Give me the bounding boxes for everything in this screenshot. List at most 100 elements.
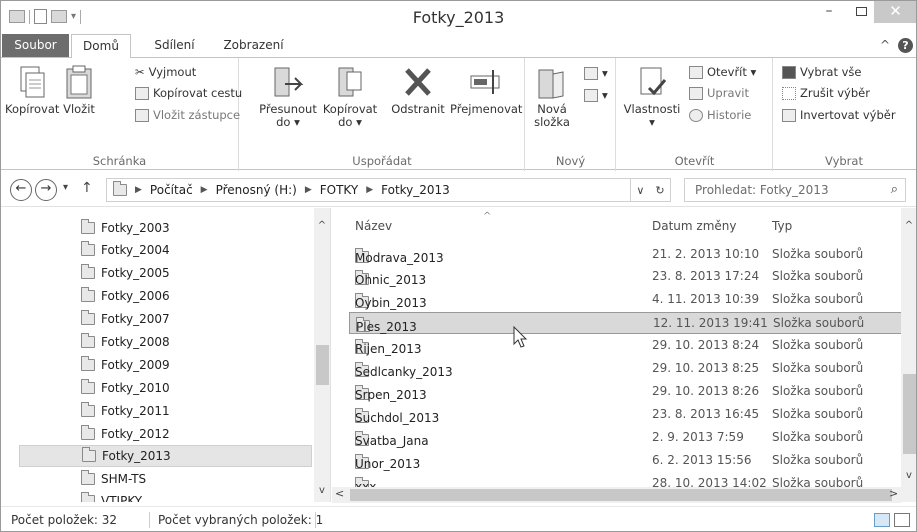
address-bar[interactable]: ▶ Počítač ▶ Přenosný (H:) ▶ FOTKY ▶ Fotk… — [106, 178, 631, 202]
scroll-right-arrow[interactable]: > — [889, 487, 898, 500]
scrollbar-thumb[interactable] — [350, 489, 892, 501]
rename-button[interactable]: Přejmenovat — [450, 64, 522, 116]
file-row[interactable]: Sedlcanky_2013 29. 10. 2013 8:25 Složka so… — [349, 358, 905, 380]
nav-item[interactable]: Fotky_2012 — [19, 423, 312, 445]
nav-item[interactable]: VTIPKY — [19, 490, 312, 502]
file-type: Složka souborů — [772, 338, 864, 352]
nav-item[interactable]: Fotky_2009 — [19, 354, 312, 376]
cut-button[interactable]: ✂ Vyjmout — [135, 65, 196, 79]
select-none-label: Zrušit výběr — [800, 86, 870, 100]
horizontal-scrollbar[interactable]: < > — [332, 487, 901, 503]
nav-item[interactable]: Fotky_2008 — [19, 331, 312, 353]
file-row[interactable]: Oybin_2013 4. 11. 2013 10:39 Složka soubor… — [349, 289, 905, 311]
paste-shortcut-button[interactable]: Vložit zástupce — [135, 108, 240, 122]
nav-item[interactable]: SHM-TS — [19, 468, 312, 490]
copy-to-button[interactable]: Kopírovat do ▾ — [320, 64, 380, 129]
scroll-left-arrow[interactable]: < — [335, 487, 344, 500]
breadcrumb-separator[interactable]: ▶ — [135, 185, 142, 195]
group-label: Vybrat — [825, 154, 863, 168]
file-row[interactable]: Srpen_2013 29. 10. 2013 8:26 Složka soubor… — [349, 381, 905, 403]
delete-button[interactable]: Odstranit — [387, 64, 449, 116]
breadcrumb-separator[interactable]: ▶ — [305, 185, 312, 195]
scroll-up-arrow[interactable]: ^ — [314, 220, 330, 231]
nav-item-selected[interactable]: Fotky_2013 — [19, 445, 312, 467]
maximize-button[interactable] — [846, 1, 876, 23]
column-header-date[interactable]: Datum změny — [652, 219, 737, 233]
properties-button[interactable]: Vlastnosti ▾ — [623, 64, 681, 129]
edit-label: Upravit — [707, 86, 750, 100]
search-icon[interactable]: ⌕ — [891, 179, 898, 201]
file-type: Složka souborů — [772, 453, 864, 467]
nav-item[interactable]: Fotky_2005 — [19, 262, 312, 284]
new-folder-button[interactable]: Nová složka — [532, 64, 572, 129]
large-icons-view-icon[interactable] — [894, 513, 910, 527]
file-row[interactable]: Svatba_Jana 2. 9. 2013 7:59 Složka souborů — [349, 427, 905, 449]
search-input[interactable]: Prohledat: Fotky_2013 ⌕ — [684, 178, 906, 202]
forward-button[interactable]: → — [35, 179, 57, 201]
select-all-button[interactable]: Vybrat vše — [782, 65, 861, 79]
breadcrumb-drive[interactable]: Přenosný (H:) — [216, 183, 297, 197]
address-history-button[interactable]: ∨ — [636, 184, 644, 197]
breadcrumb-computer[interactable]: Počítač — [150, 183, 193, 197]
tab-view[interactable]: Zobrazení — [221, 34, 286, 57]
nav-item[interactable]: Fotky_2011 — [19, 400, 312, 422]
edit-button[interactable]: Upravit — [689, 86, 749, 100]
file-list-scrollbar[interactable]: ^ v — [901, 208, 916, 502]
nav-item[interactable]: Fotky_2006 — [19, 285, 312, 307]
scrollbar-thumb[interactable] — [903, 374, 916, 454]
open-button[interactable]: Otevřít ▾ — [689, 65, 756, 79]
back-button[interactable]: ← — [10, 179, 32, 201]
up-button[interactable]: ↑ — [81, 180, 93, 196]
new-item-button[interactable]: ▾ — [584, 66, 608, 80]
nav-item[interactable]: Fotky_2003 — [19, 217, 312, 239]
nav-item[interactable]: Fotky_2007 — [19, 308, 312, 330]
ribbon: Kopírovat Vložit ✂ Vyjmout Kopírovat cest… — [1, 57, 916, 171]
history-button[interactable]: Historie — [689, 108, 751, 122]
file-row[interactable]: Rijen_2013 29. 10. 2013 8:24 Složka soubor… — [349, 335, 905, 357]
move-to-button[interactable]: Přesunout do ▾ — [258, 64, 318, 129]
breadcrumb-separator[interactable]: ▶ — [366, 185, 373, 195]
file-row[interactable]: Ohnic_2013 23. 8. 2013 17:24 Složka soubor… — [349, 266, 905, 288]
close-button[interactable]: ✕ — [874, 1, 916, 23]
column-header-type[interactable]: Typ — [772, 219, 792, 233]
nav-item[interactable]: Fotky_2004 — [19, 239, 312, 261]
nav-item[interactable]: Fotky_2010 — [19, 377, 312, 399]
group-clipboard: Kopírovat Vložit ✂ Vyjmout Kopírovat cest… — [1, 58, 242, 171]
details-view-icon[interactable] — [874, 513, 890, 527]
scrollbar-thumb[interactable] — [316, 345, 329, 385]
easy-access-button[interactable]: ▾ — [584, 88, 608, 102]
refresh-button[interactable]: ↻ — [655, 184, 664, 197]
tab-file[interactable]: Soubor — [2, 34, 69, 57]
paste-button[interactable]: Vložit — [61, 64, 97, 116]
column-header-name[interactable]: Název — [355, 219, 392, 233]
recent-locations-button[interactable]: ▾ — [63, 182, 68, 193]
select-none-icon — [782, 86, 796, 100]
breadcrumb-current[interactable]: Fotky_2013 — [381, 183, 450, 197]
scroll-down-arrow[interactable]: v — [314, 485, 330, 496]
help-icon[interactable]: ? — [898, 38, 913, 53]
breadcrumb-fotky[interactable]: FOTKY — [320, 183, 358, 197]
copy-path-button[interactable]: Kopírovat cestu — [135, 86, 242, 100]
tab-home[interactable]: Domů — [71, 34, 131, 58]
file-date: 6. 2. 2013 15:56 — [652, 453, 752, 467]
folder-icon — [81, 379, 95, 394]
file-row[interactable]: Modrava_2013 21. 2. 2013 10:10 Složka soub… — [349, 244, 905, 266]
select-none-button[interactable]: Zrušit výběr — [782, 86, 870, 100]
invert-selection-button[interactable]: Invertovat výběr — [782, 108, 896, 122]
minimize-button[interactable]: – — [814, 1, 844, 23]
tab-share[interactable]: Sdílení — [147, 34, 202, 57]
file-date: 29. 10. 2013 8:24 — [652, 338, 760, 352]
file-name: Ples_2013 — [356, 320, 417, 334]
paste-shortcut-label: Vložit zástupce — [153, 108, 241, 122]
scroll-up-arrow[interactable]: ^ — [901, 220, 916, 231]
collapse-ribbon-icon[interactable]: ^ — [880, 38, 890, 52]
nav-item-label: Fotky_2012 — [101, 427, 170, 441]
breadcrumb-separator[interactable]: ▶ — [201, 185, 208, 195]
copy-button[interactable]: Kopírovat — [5, 64, 59, 116]
group-new: Nová složka ▾ ▾ Nový — [526, 58, 616, 171]
file-row-selected[interactable]: Ples_2013 12. 11. 2013 19:41 Složka soubor… — [349, 312, 905, 334]
scroll-down-arrow[interactable]: v — [901, 470, 916, 481]
nav-pane-scrollbar[interactable]: ^ v — [314, 208, 330, 502]
file-row[interactable]: Suchdol_2013 23. 8. 2013 16:45 Složka soub… — [349, 404, 905, 426]
file-row[interactable]: Unor_2013 6. 2. 2013 15:56 Složka souborů — [349, 450, 905, 472]
